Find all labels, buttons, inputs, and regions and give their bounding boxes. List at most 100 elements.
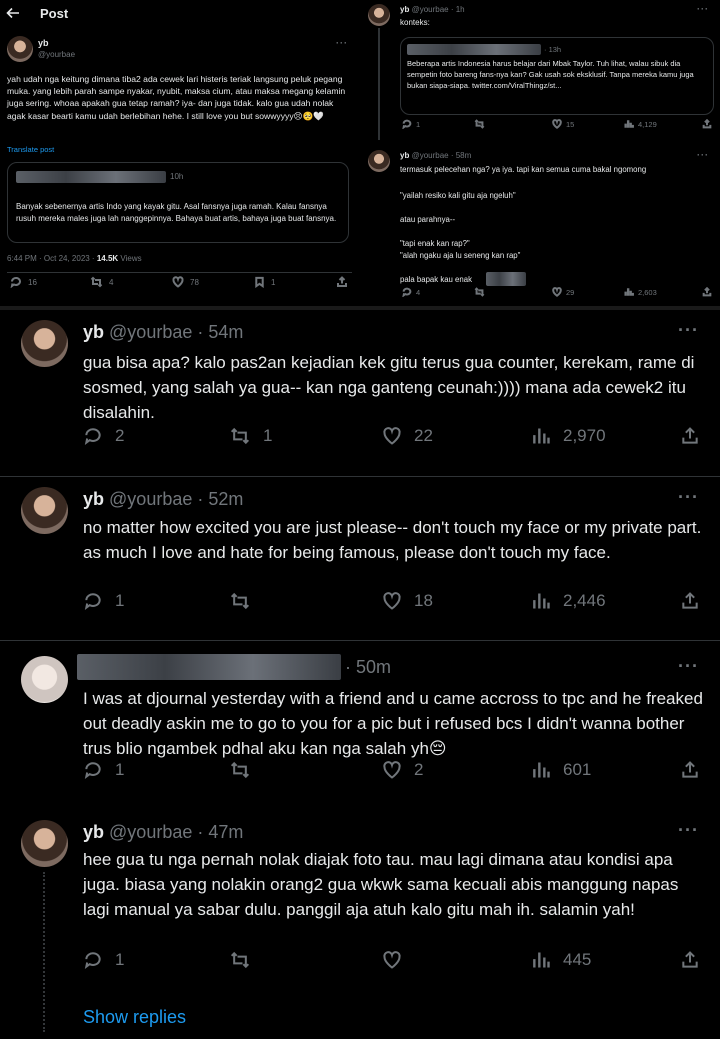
repost-icon bbox=[474, 119, 485, 129]
repost-count: 1 bbox=[263, 426, 273, 445]
quoted-post[interactable]: 10h Banyak sebenernya artis Indo yang ka… bbox=[7, 162, 349, 243]
views-button[interactable]: 2,603 bbox=[624, 287, 657, 297]
reply-icon bbox=[402, 119, 412, 129]
avatar[interactable] bbox=[21, 487, 68, 534]
repost-button[interactable]: 1 bbox=[229, 426, 272, 446]
author-handle-time[interactable]: @yourbae · 1h bbox=[412, 5, 465, 14]
tweet[interactable]: yb @yourbae · 47m ··· hee gua tu nga per… bbox=[0, 810, 720, 1032]
more-options-icon[interactable]: ··· bbox=[697, 4, 709, 14]
author-name[interactable]: yb bbox=[38, 38, 49, 48]
share-button[interactable] bbox=[680, 426, 700, 446]
more-options-icon[interactable]: ··· bbox=[678, 487, 699, 508]
views-button[interactable]: 2,970 bbox=[531, 426, 606, 446]
share-icon bbox=[702, 287, 712, 297]
author-handle-time[interactable]: @yourbae · 52m bbox=[109, 489, 243, 509]
reply-button[interactable]: 4 bbox=[402, 287, 420, 297]
share-button[interactable] bbox=[680, 760, 700, 780]
author-name[interactable]: yb bbox=[83, 822, 104, 842]
author-handle[interactable]: @yourbae bbox=[38, 50, 75, 59]
back-arrow-icon[interactable] bbox=[6, 6, 20, 25]
top-right-thread-panel: yb @yourbae · 1h ··· konteks: · 13h Bebe… bbox=[362, 0, 720, 306]
reply-button[interactable]: 1 bbox=[83, 591, 124, 611]
more-options-icon[interactable]: ··· bbox=[678, 820, 699, 841]
like-button[interactable]: 29 bbox=[552, 287, 574, 297]
divider bbox=[7, 272, 352, 273]
reply-button[interactable]: 1 bbox=[402, 119, 420, 129]
share-button[interactable] bbox=[336, 276, 348, 288]
repost-icon bbox=[229, 591, 251, 611]
views-button[interactable]: 2,446 bbox=[531, 591, 606, 611]
share-button[interactable] bbox=[680, 950, 700, 970]
avatar[interactable] bbox=[368, 4, 390, 26]
like-button[interactable]: 2 bbox=[382, 760, 423, 780]
bookmark-button[interactable]: 1 bbox=[254, 276, 275, 288]
like-button[interactable]: 78 bbox=[172, 276, 199, 288]
views-button[interactable]: 601 bbox=[531, 760, 591, 780]
analytics-icon bbox=[531, 591, 551, 611]
repost-button[interactable]: 4 bbox=[90, 276, 113, 288]
author-name[interactable]: yb bbox=[83, 489, 104, 509]
tweet-header: · 50m bbox=[77, 654, 391, 680]
share-button[interactable] bbox=[680, 591, 700, 611]
author-handle-time[interactable]: @yourbae · 54m bbox=[109, 322, 243, 342]
analytics-icon bbox=[624, 287, 634, 297]
reply-icon bbox=[83, 426, 103, 446]
author-name[interactable]: yb bbox=[400, 5, 409, 14]
share-button[interactable] bbox=[702, 119, 712, 129]
more-options-icon[interactable]: ··· bbox=[678, 320, 699, 341]
tweet[interactable]: yb @yourbae · 52m ··· no matter how exci… bbox=[0, 477, 720, 640]
like-count: 78 bbox=[190, 277, 199, 287]
analytics-icon bbox=[624, 119, 634, 129]
author-handle-time[interactable]: @yourbae · 47m bbox=[109, 822, 243, 842]
thread-line bbox=[378, 28, 380, 140]
like-button[interactable]: 15 bbox=[552, 119, 574, 129]
like-button[interactable] bbox=[382, 950, 402, 970]
quoted-post[interactable]: · 13h Beberapa artis Indonesia harus bel… bbox=[400, 37, 714, 115]
author-handle-time[interactable]: @yourbae · 58m bbox=[412, 151, 472, 160]
like-count: 15 bbox=[566, 119, 575, 129]
more-options-icon[interactable]: ··· bbox=[697, 150, 709, 160]
like-count: 29 bbox=[566, 287, 575, 297]
share-button[interactable] bbox=[702, 287, 712, 297]
heart-icon bbox=[552, 287, 562, 297]
repost-button[interactable] bbox=[229, 591, 251, 611]
tweet[interactable]: yb @yourbae · 54m ··· gua bisa apa? kalo… bbox=[0, 310, 720, 476]
reply-count: 16 bbox=[28, 277, 37, 287]
avatar[interactable] bbox=[21, 820, 68, 867]
avatar[interactable] bbox=[21, 656, 68, 703]
post-header: yb @yourbae · 1h bbox=[400, 5, 465, 14]
repost-button[interactable] bbox=[474, 119, 489, 129]
avatar[interactable] bbox=[368, 150, 390, 172]
views-button[interactable]: 445 bbox=[531, 950, 591, 970]
views-count: 4,129 bbox=[638, 119, 657, 129]
post-timestamp: 6:44 PM · Oct 24, 2023 · bbox=[7, 254, 97, 263]
repost-button[interactable] bbox=[474, 287, 485, 297]
avatar[interactable] bbox=[21, 320, 68, 367]
reply-button[interactable]: 16 bbox=[10, 276, 37, 288]
translate-link[interactable]: Translate post bbox=[7, 145, 54, 154]
share-icon bbox=[680, 426, 700, 446]
reply-button[interactable]: 1 bbox=[83, 950, 124, 970]
like-button[interactable]: 22 bbox=[382, 426, 433, 446]
quote-text: Beberapa artis Indonesia harus belajar d… bbox=[407, 59, 694, 90]
avatar[interactable] bbox=[7, 36, 33, 62]
author-name[interactable]: yb bbox=[83, 322, 104, 342]
reply-button[interactable]: 2 bbox=[83, 426, 124, 446]
views-button[interactable]: 4,129 bbox=[624, 119, 657, 129]
tweet-text: hee gua tu nga pernah nolak diajak foto … bbox=[83, 850, 679, 919]
author-name[interactable]: yb bbox=[400, 151, 409, 160]
like-button[interactable]: 18 bbox=[382, 591, 433, 611]
more-options-icon[interactable]: ··· bbox=[678, 656, 699, 677]
repost-button[interactable] bbox=[229, 950, 251, 970]
tweet[interactable]: · 50m ··· I was at djournal yesterday wi… bbox=[0, 641, 720, 811]
author-handle-time[interactable]: · 50m bbox=[345, 657, 391, 678]
top-left-post-panel: Post yb @yourbae ··· yah udah nga keitun… bbox=[0, 0, 360, 306]
repost-icon bbox=[90, 276, 103, 288]
show-replies-link[interactable]: Show replies bbox=[83, 1007, 186, 1028]
repost-button[interactable] bbox=[229, 760, 251, 780]
more-options-icon[interactable]: ··· bbox=[336, 38, 348, 48]
heart-icon bbox=[172, 276, 184, 288]
like-count: 18 bbox=[414, 591, 433, 610]
reply-button[interactable]: 1 bbox=[83, 760, 124, 780]
share-icon bbox=[680, 950, 700, 970]
